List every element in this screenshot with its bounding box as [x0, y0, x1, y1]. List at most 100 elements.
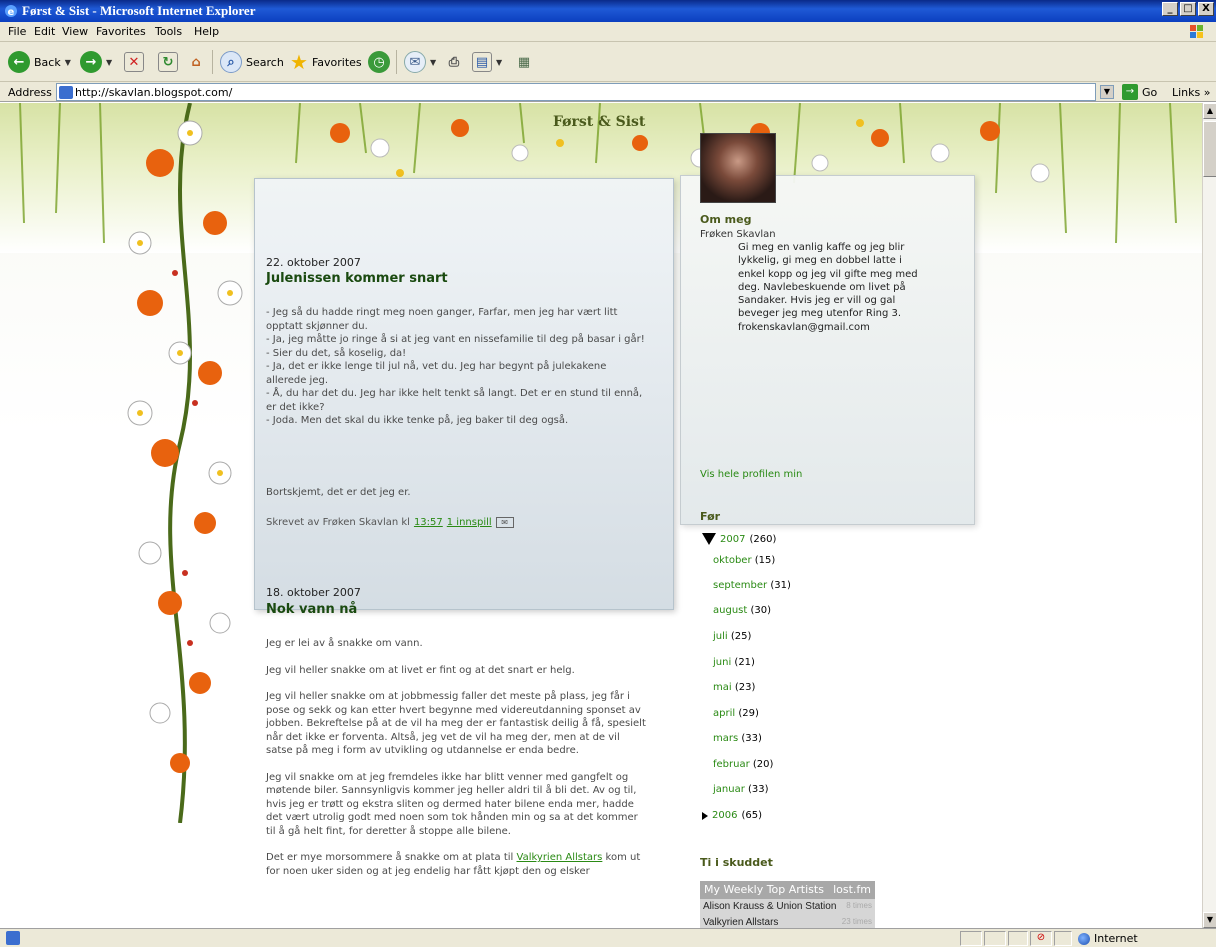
archive-year-2007[interactable]: 2007 (260)	[702, 533, 776, 545]
month-count: (29)	[738, 708, 759, 719]
vertical-scrollbar[interactable]: ▲ ▼	[1202, 103, 1216, 928]
refresh-button[interactable]: ↻	[158, 49, 178, 75]
artist-name[interactable]: Valkyrien Allstars	[703, 917, 778, 928]
toolbar-separator	[212, 50, 213, 74]
archive-month[interactable]: juli (25)	[713, 631, 751, 642]
post-paragraph: - Joda. Men det skal du ikke tenke på, j…	[266, 415, 569, 426]
security-zone: Internet	[1078, 932, 1138, 945]
window-controls: _ □ X	[1162, 2, 1214, 16]
archive-month[interactable]: mars (33)	[713, 733, 762, 744]
post-paragraph: Jeg vil heller snakke om at jobbmessig f…	[266, 691, 646, 756]
lastfm-row[interactable]: Alison Krauss & Union Station 8 times	[700, 899, 875, 915]
menu-file[interactable]: File	[8, 25, 26, 38]
edit-button[interactable]: ▤ ▼	[472, 49, 502, 75]
stop-icon: ✕	[124, 52, 144, 72]
scroll-down-button[interactable]: ▼	[1203, 912, 1216, 928]
address-label: Address	[8, 86, 52, 99]
post-text: Det er mye morsommere å snakke om at pla…	[266, 852, 514, 863]
title-bar: e Først & Sist - Microsoft Internet Expl…	[0, 0, 1216, 22]
month-label[interactable]: februar	[713, 759, 750, 770]
comments-link[interactable]: 1 innspill	[447, 517, 492, 528]
print-button[interactable]: ⎙	[444, 49, 464, 75]
month-label[interactable]: september	[713, 580, 767, 591]
expanded-triangle-icon[interactable]	[702, 533, 716, 545]
search-button[interactable]: ⌕ Search	[220, 49, 284, 75]
ie-app-icon: e	[4, 4, 18, 18]
scroll-up-button[interactable]: ▲	[1203, 103, 1216, 119]
menu-favorites[interactable]: Favorites	[96, 25, 146, 38]
minimize-button[interactable]: _	[1162, 2, 1178, 16]
archive-year-count: (260)	[749, 533, 777, 545]
archive-month[interactable]: mai (23)	[713, 682, 755, 693]
lastfm-title: My Weekly Top Artists	[704, 883, 824, 896]
archive-month[interactable]: oktober (15)	[713, 555, 775, 566]
post-body: Jeg er lei av å snakke om vann. Jeg vil …	[266, 637, 646, 878]
globe-icon	[1078, 932, 1090, 945]
refresh-icon: ↻	[158, 52, 178, 72]
artist-name[interactable]: Alison Krauss & Union Station	[703, 901, 836, 913]
history-button[interactable]: ◷	[368, 49, 390, 75]
page-icon	[59, 86, 73, 99]
month-label[interactable]: januar	[713, 784, 745, 795]
edit-page-icon: ▤	[472, 52, 492, 72]
address-bar: Address http://skavlan.blogspot.com/ ▼ →…	[0, 82, 1216, 102]
stop-button[interactable]: ✕	[124, 49, 144, 75]
home-button[interactable]: ⌂	[186, 49, 206, 75]
archive-year-2006[interactable]: 2006 (65)	[702, 810, 762, 821]
lastfm-header: My Weekly Top Artists lost.fm	[700, 881, 875, 899]
archive-month[interactable]: september (31)	[713, 580, 791, 591]
email-post-icon[interactable]: ✉	[495, 517, 514, 528]
collapsed-triangle-icon[interactable]	[702, 811, 708, 820]
month-count: (30)	[750, 605, 772, 616]
favorites-button[interactable]: ★ Favorites	[290, 49, 362, 75]
address-input[interactable]: http://skavlan.blogspot.com/	[56, 83, 1096, 101]
lastfm-row[interactable]: Valkyrien Allstars 23 times	[700, 915, 875, 928]
month-label[interactable]: juni	[713, 657, 731, 668]
play-count: 8 times	[846, 901, 872, 910]
archive-year-label[interactable]: 2006	[712, 810, 737, 821]
menu-view[interactable]: View	[62, 25, 88, 38]
post-paragraph: - Sier du det, så koselig, da!	[266, 347, 407, 359]
archive-month[interactable]: juni (21)	[713, 657, 755, 668]
go-button[interactable]: → Go	[1122, 84, 1157, 100]
mail-button[interactable]: ✉ ▼	[404, 49, 436, 75]
archive-month[interactable]: februar (20)	[713, 759, 773, 770]
post-closing: Bortskjemt, det er det jeg er.	[266, 487, 411, 498]
month-label[interactable]: august	[713, 605, 747, 616]
month-count: (33)	[741, 733, 762, 744]
month-label[interactable]: april	[713, 708, 735, 719]
post-title[interactable]: Julenissen kommer snart	[266, 271, 448, 286]
menu-edit[interactable]: Edit	[34, 25, 55, 38]
month-label[interactable]: oktober	[713, 555, 752, 566]
post-paragraph: - Ja, det er ikke lenge til jul nå, vet …	[266, 361, 607, 386]
close-button[interactable]: X	[1198, 2, 1214, 16]
search-icon: ⌕	[220, 51, 242, 73]
back-button[interactable]: ← Back ▼	[8, 49, 71, 75]
forward-button[interactable]: → ▼	[80, 49, 112, 75]
address-dropdown-button[interactable]: ▼	[1100, 85, 1114, 99]
discuss-button[interactable]: ▦	[514, 49, 534, 75]
security-icon: ⊘	[1030, 931, 1052, 946]
maximize-button[interactable]: □	[1180, 2, 1196, 16]
post-body: - Jeg så du hadde ringt meg noen ganger,…	[266, 306, 646, 428]
menu-help[interactable]: Help	[194, 25, 219, 38]
month-label[interactable]: juli	[713, 631, 728, 642]
post-time-link[interactable]: 13:57	[414, 517, 443, 528]
month-label[interactable]: mars	[713, 733, 738, 744]
links-button[interactable]: Links »	[1172, 86, 1210, 99]
month-label[interactable]: mai	[713, 682, 732, 693]
lastfm-widget[interactable]: My Weekly Top Artists lost.fm Alison Kra…	[700, 881, 875, 928]
band-link[interactable]: Valkyrien Allstars	[517, 852, 603, 863]
menu-tools[interactable]: Tools	[155, 25, 182, 38]
archive-month[interactable]: januar (33)	[713, 784, 769, 795]
archive-month[interactable]: april (29)	[713, 708, 759, 719]
view-profile-link[interactable]: Vis hele profilen min	[700, 469, 802, 480]
avatar[interactable]	[700, 133, 776, 203]
archive-year-count: (65)	[741, 810, 762, 821]
post-title[interactable]: Nok vann nå	[266, 602, 357, 617]
blog-title[interactable]: Først & Sist	[553, 114, 645, 130]
archive-month[interactable]: august (30)	[713, 605, 771, 616]
scroll-thumb[interactable]	[1203, 121, 1216, 177]
search-label: Search	[246, 55, 284, 69]
archive-year-label[interactable]: 2007	[720, 534, 745, 545]
